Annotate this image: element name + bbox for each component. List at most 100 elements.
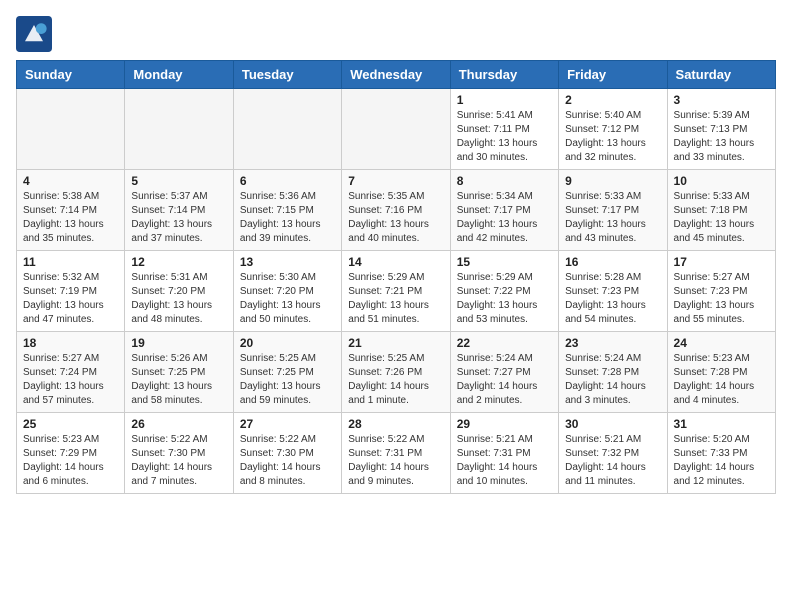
calendar-header-monday: Monday <box>125 61 233 89</box>
calendar-week-3: 11 Sunrise: 5:32 AM Sunset: 7:19 PM Dayli… <box>17 251 776 332</box>
calendar-cell: 1Sunrise: 5:41 AM Sunset: 7:11 PM Daylig… <box>450 89 558 170</box>
day-number: 22 <box>457 336 552 350</box>
calendar-header-wednesday: Wednesday <box>342 61 450 89</box>
calendar-header-friday: Friday <box>559 61 667 89</box>
calendar-cell: 30 Sunrise: 5:21 AM Sunset: 7:32 PM Dayli… <box>559 413 667 494</box>
day-info: Sunrise: 5:25 AM Sunset: 7:26 PM Dayligh… <box>348 352 443 408</box>
day-number: 10 <box>674 174 769 188</box>
calendar-cell: 9Sunrise: 5:33 AM Sunset: 7:17 PM Daylig… <box>559 170 667 251</box>
calendar-cell: 4Sunrise: 5:38 AM Sunset: 7:14 PM Daylig… <box>17 170 125 251</box>
day-info: Sunrise: 5:25 AM Sunset: 7:25 PM Dayligh… <box>240 352 335 408</box>
day-info: Sunrise: 5:27 AM Sunset: 7:23 PM Dayligh… <box>674 271 769 327</box>
calendar-header-sunday: Sunday <box>17 61 125 89</box>
calendar: SundayMondayTuesdayWednesdayThursdayFrid… <box>16 60 776 494</box>
day-number: 20 <box>240 336 335 350</box>
calendar-cell: 16 Sunrise: 5:28 AM Sunset: 7:23 PM Dayli… <box>559 251 667 332</box>
day-info: Sunrise: 5:35 AM Sunset: 7:16 PM Dayligh… <box>348 190 443 246</box>
day-info: Sunrise: 5:29 AM Sunset: 7:21 PM Dayligh… <box>348 271 443 327</box>
calendar-cell: 3 Sunrise: 5:39 AM Sunset: 7:13 PM Daylig… <box>667 89 775 170</box>
calendar-cell: 22 Sunrise: 5:24 AM Sunset: 7:27 PM Dayli… <box>450 332 558 413</box>
day-number: 3 <box>674 93 769 107</box>
logo <box>16 16 56 52</box>
calendar-cell: 31 Sunrise: 5:20 AM Sunset: 7:33 PM Dayli… <box>667 413 775 494</box>
calendar-cell <box>233 89 341 170</box>
day-number: 8 <box>457 174 552 188</box>
day-info: Sunrise: 5:36 AM Sunset: 7:15 PM Dayligh… <box>240 190 335 246</box>
calendar-week-5: 25 Sunrise: 5:23 AM Sunset: 7:29 PM Dayli… <box>17 413 776 494</box>
day-number: 2 <box>565 93 660 107</box>
day-info: Sunrise: 5:40 AM Sunset: 7:12 PM Dayligh… <box>565 109 660 165</box>
calendar-cell: 12 Sunrise: 5:31 AM Sunset: 7:20 PM Dayli… <box>125 251 233 332</box>
day-info: Sunrise: 5:21 AM Sunset: 7:31 PM Dayligh… <box>457 433 552 489</box>
day-number: 23 <box>565 336 660 350</box>
calendar-cell: 13Sunrise: 5:30 AM Sunset: 7:20 PM Dayli… <box>233 251 341 332</box>
calendar-cell: 25 Sunrise: 5:23 AM Sunset: 7:29 PM Dayli… <box>17 413 125 494</box>
day-number: 21 <box>348 336 443 350</box>
calendar-header-saturday: Saturday <box>667 61 775 89</box>
day-number: 28 <box>348 417 443 431</box>
day-number: 4 <box>23 174 118 188</box>
day-info: Sunrise: 5:37 AM Sunset: 7:14 PM Dayligh… <box>131 190 226 246</box>
day-number: 18 <box>23 336 118 350</box>
calendar-cell: 7 Sunrise: 5:35 AM Sunset: 7:16 PM Daylig… <box>342 170 450 251</box>
day-info: Sunrise: 5:20 AM Sunset: 7:33 PM Dayligh… <box>674 433 769 489</box>
calendar-cell: 18 Sunrise: 5:27 AM Sunset: 7:24 PM Dayli… <box>17 332 125 413</box>
day-number: 17 <box>674 255 769 269</box>
day-info: Sunrise: 5:24 AM Sunset: 7:28 PM Dayligh… <box>565 352 660 408</box>
day-info: Sunrise: 5:29 AM Sunset: 7:22 PM Dayligh… <box>457 271 552 327</box>
day-info: Sunrise: 5:27 AM Sunset: 7:24 PM Dayligh… <box>23 352 118 408</box>
day-number: 12 <box>131 255 226 269</box>
calendar-cell: 17 Sunrise: 5:27 AM Sunset: 7:23 PM Dayli… <box>667 251 775 332</box>
day-info: Sunrise: 5:39 AM Sunset: 7:13 PM Dayligh… <box>674 109 769 165</box>
calendar-cell: 19 Sunrise: 5:26 AM Sunset: 7:25 PM Dayli… <box>125 332 233 413</box>
day-info: Sunrise: 5:33 AM Sunset: 7:18 PM Dayligh… <box>674 190 769 246</box>
calendar-cell: 23 Sunrise: 5:24 AM Sunset: 7:28 PM Dayli… <box>559 332 667 413</box>
day-number: 5 <box>131 174 226 188</box>
day-info: Sunrise: 5:28 AM Sunset: 7:23 PM Dayligh… <box>565 271 660 327</box>
day-number: 26 <box>131 417 226 431</box>
day-info: Sunrise: 5:26 AM Sunset: 7:25 PM Dayligh… <box>131 352 226 408</box>
calendar-cell: 11 Sunrise: 5:32 AM Sunset: 7:19 PM Dayli… <box>17 251 125 332</box>
day-number: 24 <box>674 336 769 350</box>
calendar-cell: 21 Sunrise: 5:25 AM Sunset: 7:26 PM Dayli… <box>342 332 450 413</box>
calendar-week-2: 4Sunrise: 5:38 AM Sunset: 7:14 PM Daylig… <box>17 170 776 251</box>
calendar-cell: 27 Sunrise: 5:22 AM Sunset: 7:30 PM Dayli… <box>233 413 341 494</box>
calendar-header-row: SundayMondayTuesdayWednesdayThursdayFrid… <box>17 61 776 89</box>
day-number: 30 <box>565 417 660 431</box>
day-number: 31 <box>674 417 769 431</box>
calendar-cell: 8 Sunrise: 5:34 AM Sunset: 7:17 PM Daylig… <box>450 170 558 251</box>
day-number: 29 <box>457 417 552 431</box>
day-number: 14 <box>348 255 443 269</box>
calendar-week-1: 1Sunrise: 5:41 AM Sunset: 7:11 PM Daylig… <box>17 89 776 170</box>
day-number: 27 <box>240 417 335 431</box>
calendar-cell: 5 Sunrise: 5:37 AM Sunset: 7:14 PM Daylig… <box>125 170 233 251</box>
day-info: Sunrise: 5:32 AM Sunset: 7:19 PM Dayligh… <box>23 271 118 327</box>
day-number: 13 <box>240 255 335 269</box>
day-info: Sunrise: 5:23 AM Sunset: 7:28 PM Dayligh… <box>674 352 769 408</box>
calendar-cell <box>125 89 233 170</box>
day-number: 9 <box>565 174 660 188</box>
calendar-header-thursday: Thursday <box>450 61 558 89</box>
logo-icon <box>16 16 52 52</box>
day-info: Sunrise: 5:23 AM Sunset: 7:29 PM Dayligh… <box>23 433 118 489</box>
day-info: Sunrise: 5:24 AM Sunset: 7:27 PM Dayligh… <box>457 352 552 408</box>
day-info: Sunrise: 5:31 AM Sunset: 7:20 PM Dayligh… <box>131 271 226 327</box>
day-number: 6 <box>240 174 335 188</box>
day-number: 25 <box>23 417 118 431</box>
day-number: 15 <box>457 255 552 269</box>
calendar-cell: 29 Sunrise: 5:21 AM Sunset: 7:31 PM Dayli… <box>450 413 558 494</box>
day-number: 19 <box>131 336 226 350</box>
calendar-cell: 14 Sunrise: 5:29 AM Sunset: 7:21 PM Dayli… <box>342 251 450 332</box>
day-info: Sunrise: 5:21 AM Sunset: 7:32 PM Dayligh… <box>565 433 660 489</box>
day-info: Sunrise: 5:22 AM Sunset: 7:30 PM Dayligh… <box>240 433 335 489</box>
calendar-cell: 20 Sunrise: 5:25 AM Sunset: 7:25 PM Dayli… <box>233 332 341 413</box>
day-number: 11 <box>23 255 118 269</box>
calendar-cell: 2 Sunrise: 5:40 AM Sunset: 7:12 PM Daylig… <box>559 89 667 170</box>
day-number: 7 <box>348 174 443 188</box>
day-info: Sunrise: 5:22 AM Sunset: 7:31 PM Dayligh… <box>348 433 443 489</box>
day-info: Sunrise: 5:34 AM Sunset: 7:17 PM Dayligh… <box>457 190 552 246</box>
calendar-cell: 6 Sunrise: 5:36 AM Sunset: 7:15 PM Daylig… <box>233 170 341 251</box>
calendar-header-tuesday: Tuesday <box>233 61 341 89</box>
day-number: 16 <box>565 255 660 269</box>
day-info: Sunrise: 5:22 AM Sunset: 7:30 PM Dayligh… <box>131 433 226 489</box>
